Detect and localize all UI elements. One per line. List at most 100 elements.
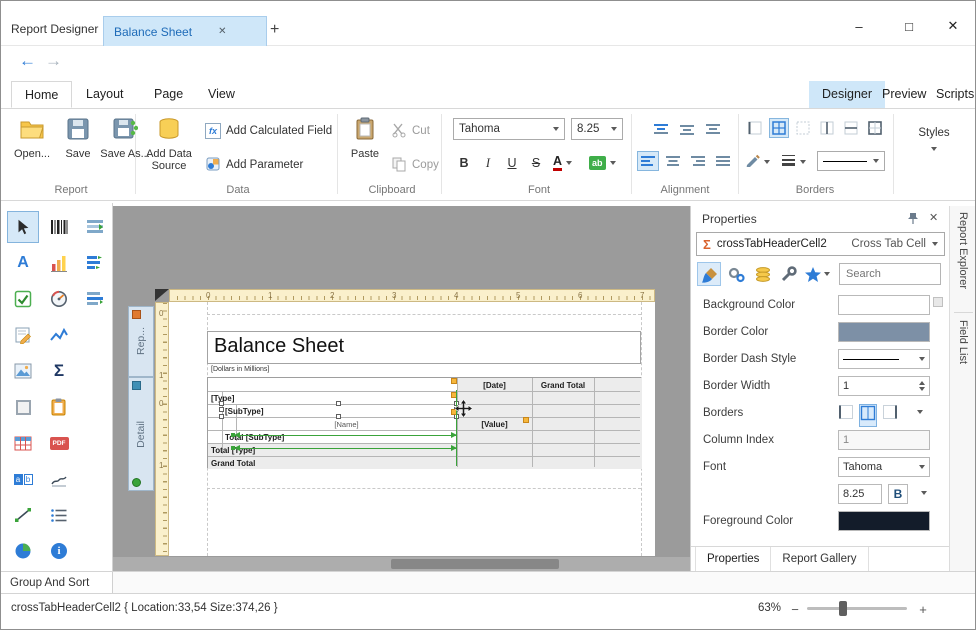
border-left-button[interactable] (745, 118, 765, 138)
report-title-box[interactable]: Balance Sheet (207, 331, 641, 364)
selection-handle[interactable] (336, 414, 341, 419)
border-none-button[interactable] (793, 118, 813, 138)
tool-shape[interactable] (7, 535, 39, 567)
border-all-button[interactable] (769, 118, 789, 138)
nav-back-button[interactable]: ← (19, 51, 36, 71)
ribbon-tab-layout[interactable]: Layout (73, 81, 137, 108)
font-name-dropdown[interactable]: Tahoma (838, 457, 930, 477)
ribbon-tab-view[interactable]: View (195, 81, 248, 108)
bold-button[interactable]: B (453, 152, 475, 174)
align-justify-button[interactable] (712, 151, 734, 171)
borders-left-icon[interactable] (838, 404, 854, 425)
chevron-down-icon[interactable] (824, 272, 830, 276)
chevron-down-icon[interactable] (917, 410, 923, 414)
align-left-button[interactable] (637, 151, 659, 171)
cut-button[interactable]: Cut (391, 120, 430, 142)
tool-page-info[interactable]: i (43, 535, 75, 567)
mode-tab-scripts[interactable]: Scripts (923, 81, 976, 108)
tool-picture[interactable] (7, 355, 39, 387)
scroll-top-button[interactable] (933, 297, 943, 307)
report-subtitle[interactable]: [Dollars in Millions] (211, 366, 269, 373)
align-center-button[interactable] (662, 151, 684, 171)
borders-right-icon[interactable] (882, 404, 898, 425)
horizontal-scrollbar[interactable] (113, 557, 690, 571)
border-width-spinner[interactable]: 1 (838, 376, 930, 396)
border-weight-button[interactable] (781, 152, 811, 172)
align-bottom-button[interactable] (702, 119, 724, 139)
tool-label[interactable]: A (7, 247, 39, 279)
tab-field-list[interactable]: Field List (957, 320, 969, 364)
border-line-style-combo[interactable] (817, 151, 885, 171)
spin-up-icon[interactable] (919, 381, 925, 385)
favorites-category-button[interactable] (801, 262, 825, 286)
font-bold-button[interactable]: B (888, 484, 908, 504)
open-button[interactable]: Open... (9, 116, 55, 160)
tab-close-icon[interactable]: ✕ (218, 26, 226, 37)
zoom-in-button[interactable]: + (915, 601, 931, 617)
align-top-button[interactable] (650, 119, 672, 139)
tool-sparkline-band[interactable] (79, 283, 111, 315)
font-name-combo[interactable]: Tahoma (453, 118, 565, 140)
crosstab-control[interactable]: [Date] Grand Total [Type] [SubType] [Nam… (207, 377, 641, 468)
chevron-down-icon[interactable] (921, 491, 927, 495)
selection-handle[interactable] (336, 401, 341, 406)
report-selector-corner[interactable] (155, 289, 169, 301)
close-button[interactable]: ✕ (938, 14, 968, 38)
tool-table-of-contents[interactable] (43, 499, 75, 531)
border-draw-button[interactable] (745, 152, 775, 172)
nav-forward-button[interactable]: → (45, 51, 62, 71)
tab-properties[interactable]: Properties (695, 547, 771, 571)
zoom-out-button[interactable]: − (787, 601, 803, 617)
band-options-icon[interactable] (132, 381, 141, 390)
foreground-color-swatch[interactable] (838, 511, 930, 531)
border-inside-horizontal-button[interactable] (841, 118, 861, 138)
selection-handle[interactable] (219, 407, 224, 412)
tool-pivot-grid[interactable] (79, 247, 111, 279)
design-surface[interactable]: 0 1 2 3 4 5 6 7 0 1 0 1 Rep... Detail (113, 206, 690, 571)
tab-report-gallery[interactable]: Report Gallery (771, 547, 868, 571)
scrollbar-thumb[interactable] (391, 559, 559, 569)
crosstab-cell-date[interactable]: [Date] (457, 381, 532, 390)
tool-clipboard-content[interactable] (43, 391, 75, 423)
border-inside-vertical-button[interactable] (817, 118, 837, 138)
border-color-swatch[interactable] (838, 322, 930, 342)
band-options-icon[interactable] (132, 310, 141, 319)
tool-crosstab[interactable]: Σ (43, 355, 75, 387)
tool-pointer[interactable] (7, 211, 39, 243)
zoom-slider-thumb[interactable] (839, 601, 847, 616)
spin-down-icon[interactable] (919, 387, 925, 391)
band-report-header[interactable]: Rep... (128, 306, 154, 377)
tool-rich-text[interactable]: a b (7, 463, 39, 495)
strikethrough-button[interactable]: S (525, 152, 547, 174)
highlight-button[interactable]: ab (589, 152, 625, 174)
italic-button[interactable]: I (477, 152, 499, 174)
maximize-button[interactable]: □ (894, 14, 924, 38)
add-parameter-button[interactable]: Add Parameter (205, 154, 303, 176)
ribbon-tab-page[interactable]: Page (141, 81, 196, 108)
behavior-category-button[interactable] (724, 262, 748, 286)
selected-control-combo[interactable]: Σ crossTabHeaderCell2 Cross Tab Cell (696, 232, 945, 256)
close-panel-icon[interactable]: ✕ (929, 211, 938, 224)
column-index-field[interactable]: 1 (838, 430, 930, 450)
property-search-input[interactable] (839, 263, 941, 285)
layout-category-button[interactable] (776, 262, 800, 286)
borders-all-icon[interactable] (859, 404, 877, 427)
report-page[interactable]: Balance Sheet [Dollars in Millions] [Dat… (169, 302, 655, 556)
crosstab-cell-name[interactable]: [Name] (236, 420, 457, 429)
tool-barcode[interactable] (43, 211, 75, 243)
paste-button[interactable]: Paste (345, 116, 385, 160)
pin-icon[interactable] (907, 212, 919, 230)
font-size-combo[interactable]: 8.25 (571, 118, 623, 140)
tab-report-explorer[interactable]: Report Explorer (957, 212, 969, 289)
tool-checkbox[interactable] (7, 283, 39, 315)
tool-insert-band[interactable] (79, 211, 111, 243)
tool-form-field[interactable] (7, 319, 39, 351)
tool-pdf-content[interactable]: PDF (43, 427, 75, 459)
font-size-field[interactable]: 8.25 (838, 484, 882, 504)
align-middle-button[interactable] (676, 119, 698, 139)
font-color-button[interactable]: A (553, 152, 585, 174)
tool-gauge[interactable] (43, 283, 75, 315)
styles-button[interactable]: Styles (897, 127, 971, 181)
crosstab-cell-grand-total-row[interactable]: Grand Total (211, 459, 255, 468)
border-outside-button[interactable] (865, 118, 885, 138)
